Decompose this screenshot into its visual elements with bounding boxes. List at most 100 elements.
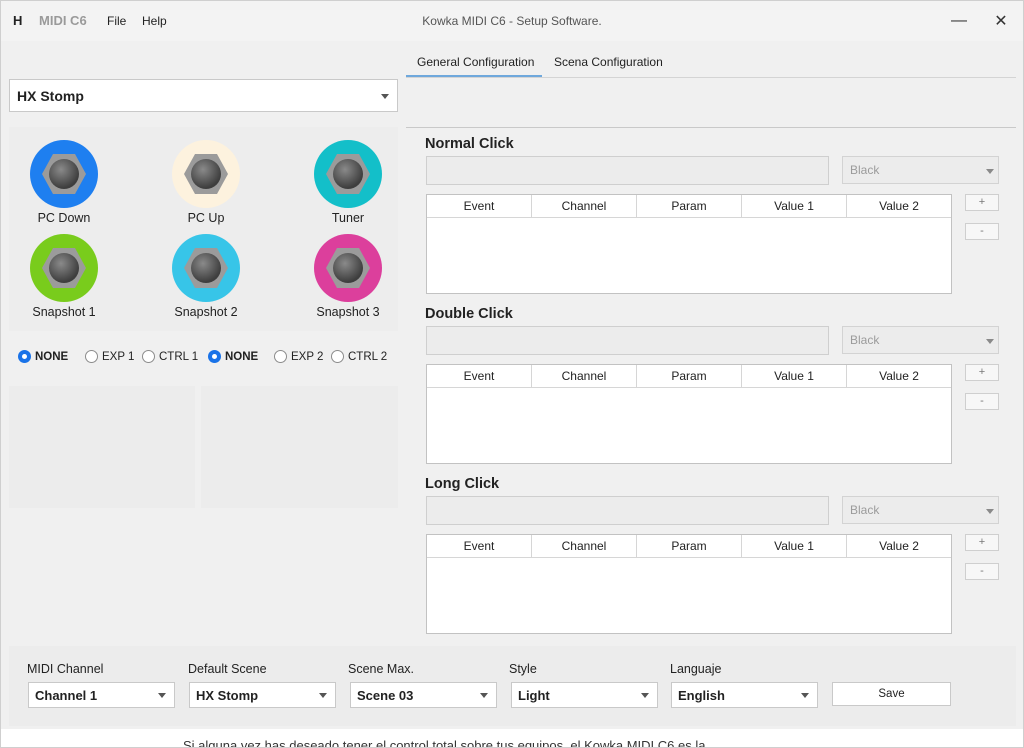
radio-exp2[interactable]: EXP 2 (274, 350, 323, 363)
app-logo-icon: H (13, 13, 23, 28)
table-header: Event Channel Param Value 1 Value 2 (427, 535, 951, 558)
long-click-name-field[interactable] (426, 496, 829, 525)
tab-scena-configuration[interactable]: Scena Configuration (554, 55, 663, 69)
midi-channel-label: MIDI Channel (27, 662, 104, 676)
footswitch-ring (172, 234, 240, 302)
column-param: Param (637, 365, 742, 387)
column-channel: Channel (532, 195, 637, 217)
minimize-button[interactable]: — (941, 7, 977, 35)
midi-channel-select[interactable]: Channel 1 (28, 682, 175, 708)
footswitch-nut-icon (326, 248, 370, 288)
normal-click-add-button[interactable]: + (965, 194, 999, 211)
column-channel: Channel (532, 535, 637, 557)
footswitch-label: Snapshot 1 (32, 305, 96, 319)
tab-divider (406, 77, 1016, 78)
double-click-event-table[interactable]: Event Channel Param Value 1 Value 2 (426, 364, 952, 464)
footswitch-panel: PC Down PC Up Tuner Snapshot 1 Snapshot … (9, 127, 398, 331)
column-event: Event (427, 365, 532, 387)
footswitch-knob (191, 253, 221, 283)
normal-click-event-table[interactable]: Event Channel Param Value 1 Value 2 (426, 194, 952, 294)
normal-click-color-select[interactable]: Black (842, 156, 999, 184)
long-click-remove-button[interactable]: - (965, 563, 999, 580)
default-scene-value: HX Stomp (196, 687, 259, 703)
long-click-color-select[interactable]: Black (842, 496, 999, 524)
default-scene-select[interactable]: HX Stomp (189, 682, 336, 708)
radio-exp2-none[interactable]: NONE (208, 350, 258, 363)
app-window: H MIDI C6 File Help Kowka MIDI C6 - Setu… (0, 0, 1024, 748)
chevron-down-icon (986, 169, 994, 174)
radio-icon (18, 350, 31, 363)
save-button[interactable]: Save (832, 682, 951, 706)
column-value-1: Value 1 (742, 365, 847, 387)
radio-label: EXP 2 (291, 350, 324, 363)
tab-general-configuration[interactable]: General Configuration (417, 55, 534, 69)
long-click-title: Long Click (425, 476, 500, 492)
footswitch-ring (30, 234, 98, 302)
footswitch-nut-icon (42, 248, 86, 288)
footswitch-knob (191, 159, 221, 189)
footswitch-snapshot-2[interactable]: Snapshot 2 (151, 225, 261, 321)
footswitch-snapshot-3[interactable]: Snapshot 3 (293, 225, 403, 321)
radio-icon (85, 350, 98, 363)
normal-click-title: Normal Click (425, 136, 514, 152)
radio-ctrl1[interactable]: CTRL 1 (142, 350, 198, 363)
scene-max-select[interactable]: Scene 03 (350, 682, 497, 708)
chevron-down-icon (801, 693, 809, 698)
close-button[interactable]: ✕ (983, 7, 1019, 35)
chevron-down-icon (319, 693, 327, 698)
menu-file[interactable]: File (107, 14, 126, 28)
radio-ctrl2[interactable]: CTRL 2 (331, 350, 387, 363)
chevron-down-icon (641, 693, 649, 698)
footswitch-ring (30, 140, 98, 208)
double-click-name-field[interactable] (426, 326, 829, 355)
expression-radio-group: NONE EXP 1 CTRL 1 NONE EXP 2 CTRL 2 (13, 346, 398, 370)
footswitch-nut-icon (184, 248, 228, 288)
footswitch-tuner[interactable]: Tuner (293, 131, 403, 227)
scene-max-label: Scene Max. (348, 662, 415, 676)
style-select[interactable]: Light (511, 682, 658, 708)
double-click-add-button[interactable]: + (965, 364, 999, 381)
footswitch-knob (333, 253, 363, 283)
background-page-text: Si alguna vez has deseado tener el contr… (183, 738, 706, 747)
device-select[interactable]: HX Stomp (9, 79, 398, 112)
long-click-event-table[interactable]: Event Channel Param Value 1 Value 2 (426, 534, 952, 634)
radio-icon (274, 350, 287, 363)
language-select[interactable]: English (671, 682, 818, 708)
expression-panel-2 (201, 386, 398, 508)
radio-exp1-none[interactable]: NONE (18, 350, 68, 363)
chevron-down-icon (381, 94, 389, 99)
long-click-add-button[interactable]: + (965, 534, 999, 551)
title-bar: H MIDI C6 File Help Kowka MIDI C6 - Setu… (1, 1, 1023, 41)
column-event: Event (427, 535, 532, 557)
default-scene-label: Default Scene (188, 662, 267, 676)
chevron-down-icon (158, 693, 166, 698)
color-select-value: Black (850, 163, 880, 177)
footswitch-ring (172, 140, 240, 208)
footswitch-pc-up[interactable]: PC Up (151, 131, 261, 227)
normal-click-name-field[interactable] (426, 156, 829, 185)
footswitch-snapshot-1[interactable]: Snapshot 1 (9, 225, 119, 321)
footswitch-pc-down[interactable]: PC Down (9, 131, 119, 227)
expression-panel-1 (9, 386, 195, 508)
radio-label: NONE (225, 350, 259, 363)
footswitch-ring (314, 140, 382, 208)
style-label: Style (509, 662, 537, 676)
radio-exp1[interactable]: EXP 1 (85, 350, 134, 363)
footswitch-knob (49, 159, 79, 189)
double-click-remove-button[interactable]: - (965, 393, 999, 410)
footswitch-label: Tuner (331, 211, 365, 225)
radio-label: CTRL 2 (348, 350, 388, 363)
normal-click-remove-button[interactable]: - (965, 223, 999, 240)
color-select-value: Black (850, 503, 880, 517)
footswitch-knob (49, 253, 79, 283)
footswitch-nut-icon (184, 154, 228, 194)
footswitch-label: PC Down (37, 211, 91, 225)
menu-help[interactable]: Help (142, 14, 167, 28)
footswitch-nut-icon (326, 154, 370, 194)
radio-icon (142, 350, 155, 363)
column-param: Param (637, 195, 742, 217)
column-value-2: Value 2 (879, 539, 919, 553)
double-click-color-select[interactable]: Black (842, 326, 999, 354)
footswitch-knob (333, 159, 363, 189)
language-label: Languaje (670, 662, 722, 676)
